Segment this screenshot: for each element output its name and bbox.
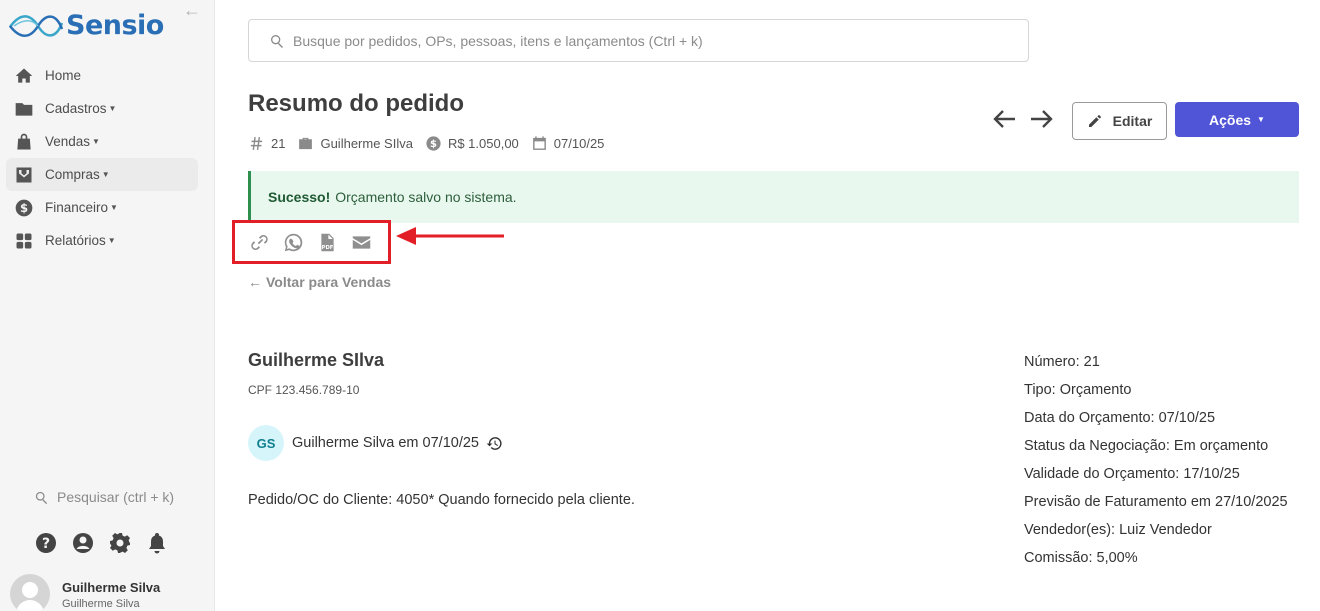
detail-vendedor: Vendedor(es): Luiz Vendedor [1024,522,1212,538]
detail-tipo: Tipo: Orçamento [1024,382,1132,398]
inbox-icon [16,167,32,182]
user-name: Guilherme Silva [62,580,161,595]
email-icon[interactable] [351,232,372,253]
folder-icon [15,102,33,116]
logo-wave-icon [8,14,64,37]
sidebar-item-relatorios[interactable]: Relatórios ▼ [6,224,198,257]
briefcase-icon [299,137,313,150]
back-arrow-icon: ← [248,274,262,290]
sidebar-item-cadastros[interactable]: Cadastros ▼ [6,92,198,125]
detail-status: Status da Negociação: Em orçamento [1024,438,1269,454]
previous-arrow-icon[interactable] [991,105,1019,133]
detail-comissao: Comissão: 5,00% [1024,550,1138,566]
link-icon[interactable] [249,232,270,253]
order-date: 07/10/25 [553,136,605,151]
search-icon [271,34,283,48]
annotation-arrow [396,227,504,245]
caret-down-icon: ▼ [92,137,100,146]
grid-icon [16,233,32,248]
sidebar-search[interactable]: Pesquisar (ctrl + k) [34,489,174,505]
search-input[interactable] [293,32,993,49]
svg-text:?: ? [42,536,50,552]
actions-dropdown-button[interactable]: Ações ▼ [1175,102,1299,137]
sidebar-item-label: Financeiro [45,200,109,215]
back-link-label: Voltar para Vendas [266,274,392,290]
caret-down-icon: ▼ [1257,115,1265,124]
history-icon[interactable] [486,435,503,452]
caret-down-icon: ▼ [110,203,118,212]
svg-text:$: $ [430,139,437,150]
sidebar-item-label: Home [45,68,82,83]
sidebar-nav: Home Cadastros ▼ Vendas ▼ Compras ▼ $ Finan… [6,59,198,257]
creator-avatar: GS [248,425,284,461]
sidebar-item-label: Vendas [45,134,91,149]
detail-validade: Validade do Orçamento: 17/10/25 [1024,466,1240,482]
detail-data: Data do Orçamento: 07/10/25 [1024,410,1216,426]
caret-down-icon: ▼ [107,236,116,245]
sidebar-item-vendas[interactable]: Vendas ▼ [6,125,198,158]
order-meta: 21 Guilherme SIlva $ R$ 1.050,00 07/10/2… [248,135,616,152]
dollar-icon: $ [15,199,33,216]
sidebar-item-label: Compras [45,167,100,182]
calendar-icon [532,136,546,150]
current-user[interactable]: Guilherme Silva Guilherme Silva [10,574,160,611]
record-navigation [991,105,1055,133]
global-search[interactable] [248,19,1029,62]
alert-message: Orçamento salvo no sistema. [335,189,517,205]
alert-strong: Sucesso! [268,189,331,205]
search-icon [35,491,48,504]
hash-icon [250,137,263,150]
next-arrow-icon[interactable] [1027,105,1055,133]
sidebar-item-compras[interactable]: Compras ▼ [6,158,198,191]
bell-icon[interactable] [145,531,169,555]
whatsapp-icon[interactable] [283,232,304,253]
user-circle-icon[interactable] [71,531,95,555]
actions-button-label: Ações [1209,111,1252,128]
sidebar-item-label: Cadastros [45,101,107,116]
sidebar: Sensio ← Home Cadastros ▼ Vendas ▼ Compras… [0,0,215,611]
edit-button-label: Editar [1112,113,1153,129]
detail-previsao: Previsão de Faturamento em 27/10/2025 [1024,494,1288,510]
created-by: GS Guilherme Silva em 07/10/25 [248,425,503,461]
gear-icon[interactable] [108,531,132,555]
sidebar-item-financeiro[interactable]: $ Financeiro ▼ [6,191,198,224]
pencil-icon [1088,115,1101,127]
home-icon [15,68,33,83]
svg-text:$: $ [20,201,28,215]
detail-numero: Número: 21 [1024,354,1100,370]
sidebar-item-label: Relatórios [45,233,106,248]
order-customer: Guilherme SIlva [320,136,413,151]
created-by-text: Guilherme Silva em 07/10/25 [292,435,479,451]
success-alert: Sucesso! Orçamento salvo no sistema. [248,171,1299,223]
client-cpf: CPF 123.456.789-10 [248,383,360,397]
back-to-sales-link[interactable]: ← Voltar para Vendas [248,274,391,290]
dollar-icon: $ [426,136,441,151]
share-actions-highlight: PDF [232,220,391,264]
edit-button[interactable]: Editar [1072,102,1167,140]
brand-logo[interactable]: Sensio [8,10,164,41]
svg-text:PDF: PDF [322,245,334,251]
client-name: Guilherme SIlva [248,350,385,370]
sidebar-utility-icons: ? [34,531,169,555]
sidebar-item-home[interactable]: Home [6,59,198,92]
sidebar-search-label: Pesquisar (ctrl + k) [57,489,175,505]
page-title: Resumo do pedido [248,90,464,117]
client-po: Pedido/OC do Cliente: 4050* Quando forne… [248,492,635,508]
order-details: Número: 21 Tipo: Orçamento Data do Orçam… [1024,348,1288,572]
brand-name: Sensio [66,10,164,41]
caret-down-icon: ▼ [108,104,117,113]
collapse-sidebar-icon[interactable]: ← [183,0,201,21]
order-number: 21 [271,136,286,151]
pdf-icon[interactable]: PDF [317,232,338,253]
bag-icon [17,133,31,149]
order-amount: R$ 1.050,00 [447,136,519,151]
caret-down-icon: ▼ [101,170,110,179]
avatar [10,574,50,611]
help-icon[interactable]: ? [34,531,58,555]
user-subtitle: Guilherme Silva [62,598,140,610]
